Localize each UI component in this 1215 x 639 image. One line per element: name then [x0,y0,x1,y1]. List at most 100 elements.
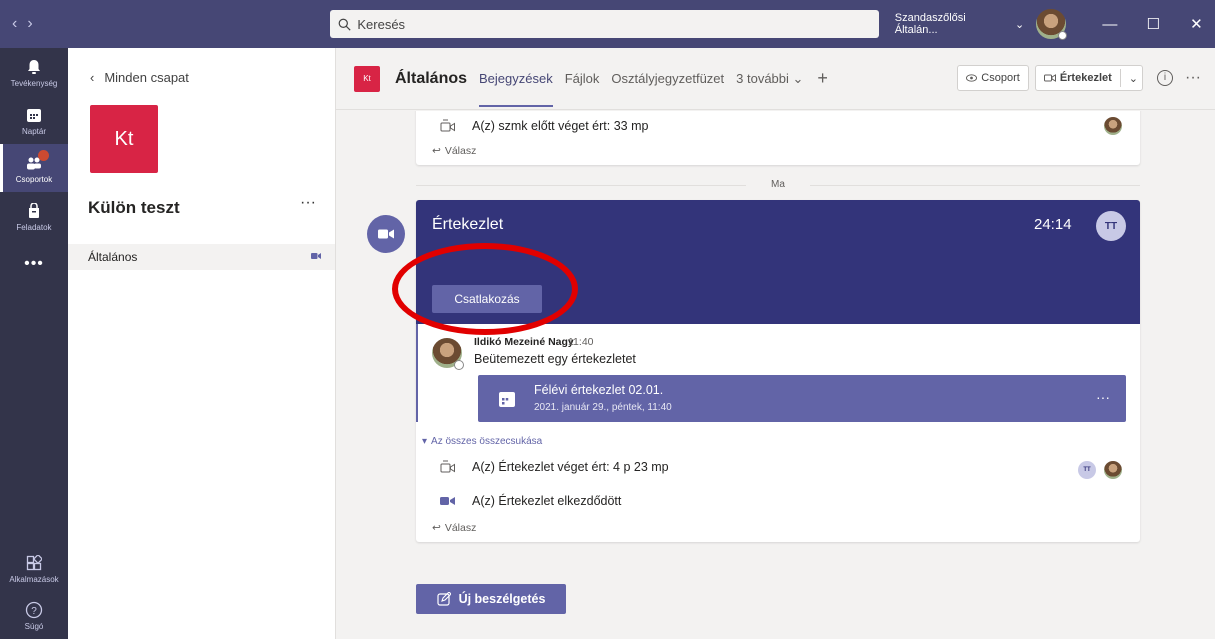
rail-item-activity[interactable]: Tevékenység [0,48,68,96]
add-tab-button[interactable]: + [817,68,828,89]
event-text: A(z) szmk előtt véget ért: 33 mp [472,119,649,133]
tenant-name: Szandaszőlősi Általán... [894,12,966,36]
rail-label: Tevékenység [10,78,58,88]
rail-item-assignments[interactable]: Feladatok [0,192,68,240]
eye-icon [966,74,978,82]
chevron-down-icon: ▾ [422,436,428,447]
search-input[interactable]: Keresés [330,10,879,38]
presence-indicator [1057,31,1067,40]
presence-indicator [454,360,464,370]
minimize-button[interactable]: — [1091,16,1128,33]
event-date: 2021. január 29., péntek, 11:40 [534,402,672,413]
bell-icon [24,57,44,77]
rail-item-teams[interactable]: Csoportok [0,144,68,192]
meet-button[interactable]: Értekezlet ⌄ [1034,65,1144,91]
video-camera-icon [311,253,321,259]
rail-label: Naptár [21,126,46,136]
collapse-all-label: Az összes összecsukása [431,436,543,447]
reply-button[interactable]: ↩ Válasz [432,522,476,534]
meeting-ended-line: A(z) szmk előtt véget ért: 33 mp [440,119,648,133]
rail-label: Alkalmazások [9,574,59,584]
event-text: A(z) Értekezlet véget ért: 4 p 23 mp [472,460,669,474]
message-author: Ildikó Mezeiné Nagy [474,336,574,348]
all-teams-label: Minden csapat [104,70,189,85]
header-more-options[interactable]: ··· [1185,69,1201,87]
help-icon: ? [24,600,44,620]
group-button-label: Csoport [981,72,1020,84]
message-text: Beütemezett egy értekezletet [474,352,636,366]
all-teams-link[interactable]: ‹ Minden csapat [68,48,335,85]
rail-more-apps[interactable]: ••• [0,240,68,288]
title-bar: ‹ › Keresés Szandaszőlősi Általán... ⌄ —… [0,0,1215,48]
channel-team-logo: Kt [354,65,380,92]
tab-files[interactable]: Fájlok [565,71,600,86]
channel-title: Általános [395,69,468,87]
reply-button[interactable]: ↩ Válasz [432,145,476,157]
participant-avatar [1104,461,1122,479]
back-arrow-icon[interactable]: ‹ [12,15,17,33]
video-camera-icon [378,229,394,239]
scheduled-event-card[interactable]: Félévi értekezlet 02.01. 2021. január 29… [478,375,1126,422]
video-meet-icon [1043,74,1056,82]
reply-icon: ↩ [432,145,441,157]
apps-icon [24,553,44,573]
notification-badge [38,150,49,161]
channel-item-general[interactable]: Általános [68,244,335,270]
tab-class-notebook[interactable]: Osztályjegyzetfüzet [611,71,724,86]
more-icon: ••• [24,255,44,272]
channel-header: Kt Általános Bejegyzések Fájlok Osztályj… [336,48,1215,110]
svg-text:?: ? [31,606,37,617]
chevron-down-icon[interactable]: ⌄ [1129,72,1138,85]
maximize-button[interactable]: ☐ [1135,15,1172,33]
collapse-all-button[interactable]: ▾ Az összes összecsukása [422,436,542,447]
participant-avatar [1104,117,1122,135]
previous-post-card: A(z) szmk előtt véget ért: 33 mp ↩ Válas… [416,111,1140,165]
user-avatar[interactable] [1036,9,1067,40]
event-title: Félévi értekezlet 02.01. [534,383,664,397]
participant-avatar: TT [1096,211,1126,241]
forward-arrow-icon[interactable]: › [27,15,32,33]
channel-label: Általános [88,250,138,264]
calendar-icon [24,105,44,125]
meeting-post-icon [367,215,405,253]
event-text: A(z) Értekezlet elkezdődött [472,494,622,508]
chevron-left-icon: ‹ [90,70,95,85]
rail-label: Csoportok [15,174,53,184]
video-meet-icon [440,119,455,132]
participant-avatar: TT [1078,461,1096,479]
group-button[interactable]: Csoport [957,65,1029,91]
split-divider [1119,69,1121,87]
close-button[interactable]: ✕ [1178,15,1215,33]
rail-label: Feladatok [16,222,52,232]
rail-item-calendar[interactable]: Naptár [0,96,68,144]
rail-label: Súgó [24,621,44,631]
event-more-options[interactable]: ··· [1096,389,1110,405]
video-meet-icon [440,460,455,473]
team-logo: Kt [90,105,158,173]
meeting-ended-line: A(z) Értekezlet véget ért: 4 p 23 mp [440,460,669,474]
conversation-feed: A(z) szmk előtt véget ért: 33 mp ↩ Válas… [336,111,1215,639]
tenant-switcher[interactable]: Szandaszőlősi Általán... ⌄ [889,12,1030,36]
new-conversation-button[interactable]: Új beszélgetés [416,584,566,614]
new-conversation-label: Új beszélgetés [458,592,546,606]
team-more-options[interactable]: ··· [300,194,316,212]
reply-label: Válasz [444,522,477,534]
tab-posts[interactable]: Bejegyzések [479,71,553,107]
search-icon [338,18,351,31]
reply-icon: ↩ [432,522,441,534]
calendar-icon [499,392,515,407]
message-time: 11:40 [568,336,594,348]
history-nav: ‹ › [0,15,330,33]
info-icon[interactable]: i [1157,70,1174,86]
join-meeting-button[interactable]: Csatlakozás [432,285,542,313]
meeting-started-line: A(z) Értekezlet elkezdődött [440,494,621,508]
team-name: Külön teszt [88,198,180,217]
rail-item-apps[interactable]: Alkalmazások [0,544,68,592]
meeting-banner: Értekezlet 24:14 TT Csatlakozás [392,200,1140,335]
meeting-card: Értekezlet 24:14 TT Csatlakozás Ildikó M… [392,200,1140,542]
rail-item-help[interactable]: ? Súgó [0,591,68,639]
author-avatar [432,338,464,370]
app-rail: Tevékenység Naptár Csoportok Feladatok •… [0,48,68,639]
tab-more[interactable]: 3 további ⌄ [736,71,803,87]
meeting-timer: 24:14 [1034,216,1072,233]
